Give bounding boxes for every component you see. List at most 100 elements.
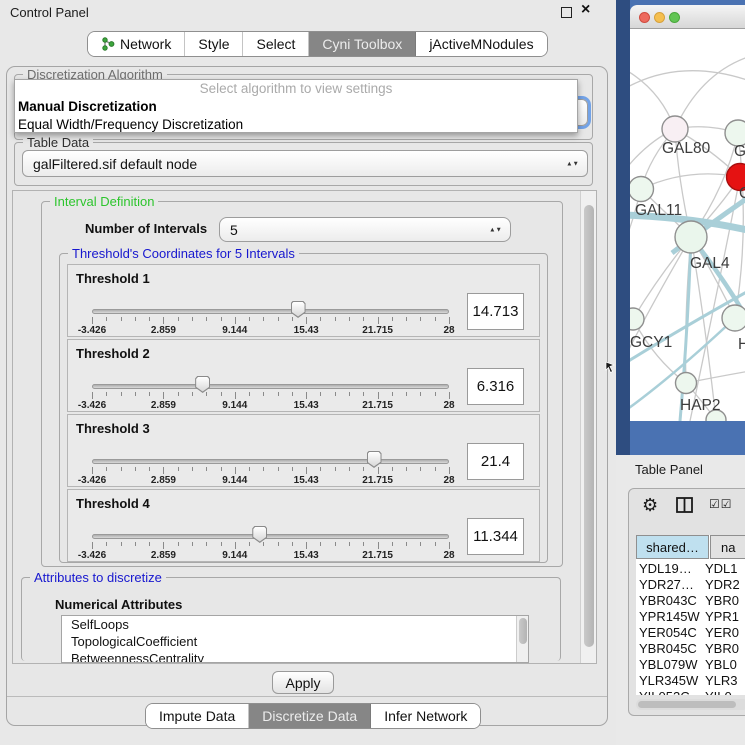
list-scrollbar[interactable] bbox=[516, 616, 528, 662]
tab-select[interactable]: Select bbox=[243, 32, 309, 56]
network-icon bbox=[101, 37, 115, 51]
table-panel-area: Table Panel ⚙ ☑☑ shared… na YDL19…YDL1YD… bbox=[616, 455, 745, 745]
tab-impute-data[interactable]: Impute Data bbox=[146, 704, 249, 728]
table-row[interactable]: YLR345WYLR3 bbox=[636, 673, 745, 689]
column-layout-icon[interactable] bbox=[676, 497, 693, 513]
table-row[interactable]: YBR045CYBR0 bbox=[636, 641, 745, 657]
minimize-traffic-light-icon[interactable] bbox=[654, 12, 665, 23]
table-data-label: Table Data bbox=[23, 135, 93, 150]
label-partial-right: H bbox=[738, 336, 745, 353]
table-panel-title: Table Panel bbox=[635, 462, 703, 477]
tab-style[interactable]: Style bbox=[185, 32, 243, 56]
option-equal-width-frequency[interactable]: Equal Width/Frequency Discretization bbox=[15, 116, 577, 134]
threshold-2-slider-thumb[interactable] bbox=[195, 376, 210, 393]
number-of-intervals-value: 5 bbox=[230, 222, 238, 238]
table-row[interactable]: YDR27…YDR2 bbox=[636, 577, 745, 593]
node-gal11 bbox=[630, 177, 654, 202]
vertical-scrollbar[interactable] bbox=[580, 191, 597, 663]
node-gcy1 bbox=[630, 308, 644, 330]
column-header-shared[interactable]: shared… bbox=[636, 535, 709, 559]
numerical-attributes-title: Numerical Attributes bbox=[55, 597, 182, 612]
threshold-2-panel: Threshold 2 -3.4262.8599.14415.4321.7152… bbox=[67, 339, 540, 412]
network-canvas[interactable]: GAL80 GA C GAL11 GAL4 GCY1 H HAP2 bbox=[630, 29, 745, 421]
tab-discretize-data[interactable]: Discretize Data bbox=[249, 704, 371, 728]
table-row[interactable]: YDL19…YDL1 bbox=[636, 561, 745, 577]
threshold-1-panel: Threshold 1 -3.4262.8599.14415.4321.7152… bbox=[67, 264, 540, 337]
label-gal4: GAL4 bbox=[690, 255, 730, 272]
mouse-cursor bbox=[605, 362, 617, 374]
threshold-3-slider-thumb[interactable] bbox=[367, 451, 382, 468]
control-panel-tabs: Network Style Select Cyni Toolbox jActiv… bbox=[87, 31, 548, 57]
node-h-partial bbox=[722, 305, 745, 331]
threshold-4-slider-track[interactable] bbox=[92, 534, 449, 539]
node-gal4 bbox=[675, 221, 707, 253]
table-row[interactable]: YIL052CYIL0 bbox=[636, 689, 745, 695]
tab-cyni-toolbox[interactable]: Cyni Toolbox bbox=[309, 32, 416, 56]
algorithm-placeholder: Select algorithm to view settings bbox=[15, 80, 577, 98]
tab-jactivemnodules[interactable]: jActiveMNodules bbox=[416, 32, 546, 56]
scrollbar-thumb[interactable] bbox=[584, 205, 594, 647]
horizontal-scrollbar[interactable] bbox=[636, 699, 745, 710]
close-icon[interactable]: × bbox=[581, 1, 590, 19]
network-view-area: GAL80 GA C GAL11 GAL4 GCY1 H HAP2 bbox=[616, 0, 745, 455]
combo-arrows-icon: ▲▼ bbox=[566, 161, 579, 166]
gear-icon[interactable]: ⚙ bbox=[642, 495, 658, 516]
table-row[interactable]: YER054CYER0 bbox=[636, 625, 745, 641]
threshold-4-slider-thumb[interactable] bbox=[252, 526, 267, 543]
threshold-3-slider-track[interactable] bbox=[92, 459, 449, 464]
tab-network-label: Network bbox=[120, 36, 171, 52]
label-gcy1: GCY1 bbox=[630, 334, 672, 351]
desktop-edge bbox=[616, 0, 630, 455]
label-partial-top: GA bbox=[734, 143, 745, 160]
threshold-2-slider-track[interactable] bbox=[92, 384, 449, 389]
node-hap2 bbox=[676, 373, 697, 394]
table-panel-box: ⚙ ☑☑ shared… na YDL19…YDL1YDR27…YDR2YBR0… bbox=[628, 488, 745, 716]
network-window: GAL80 GA C GAL11 GAL4 GCY1 H HAP2 bbox=[630, 5, 745, 421]
node-table: shared… na YDL19…YDL1YDR27…YDR2YBR043CYB… bbox=[636, 535, 745, 695]
settings-scroll-panel: Interval Definition Number of Intervals … bbox=[12, 190, 597, 664]
network-window-titlebar[interactable] bbox=[630, 5, 745, 29]
checkbox-icons[interactable]: ☑☑ bbox=[709, 497, 733, 511]
threshold-1-value-field[interactable]: 14.713 bbox=[467, 293, 524, 330]
attribute-item[interactable]: SelfLoops bbox=[62, 616, 528, 633]
combo-arrows-icon: ▲▼ bbox=[489, 227, 502, 232]
attribute-item[interactable]: TopologicalCoefficient bbox=[62, 633, 528, 650]
option-manual-discretization[interactable]: Manual Discretization bbox=[15, 98, 577, 116]
network-graph: GAL80 GA C GAL11 GAL4 GCY1 H HAP2 bbox=[630, 29, 745, 421]
number-of-intervals-label: Number of Intervals bbox=[85, 221, 207, 236]
table-body: YDL19…YDL1YDR27…YDR2YBR043CYBR0YPR145WYP… bbox=[636, 561, 745, 695]
threshold-3-value-field[interactable]: 21.4 bbox=[467, 443, 524, 480]
interval-definition-label: Interval Definition bbox=[50, 194, 158, 209]
number-of-intervals-combobox[interactable]: 5 ▲▼ bbox=[219, 217, 511, 242]
threshold-1-slider-thumb[interactable] bbox=[291, 301, 306, 318]
table-data-combobox[interactable]: galFiltered.sif default node ▲▼ bbox=[22, 150, 588, 177]
attribute-item[interactable]: BetweennessCentrality bbox=[62, 650, 528, 663]
table-row[interactable]: YBR043CYBR0 bbox=[636, 593, 745, 609]
thresholds-group-label: Threshold's Coordinates for 5 Intervals bbox=[68, 246, 299, 261]
label-gal11: GAL11 bbox=[635, 202, 682, 219]
threshold-2-value-field[interactable]: 6.316 bbox=[467, 368, 524, 405]
threshold-3-panel: Threshold 3 -3.4262.8599.14415.4321.7152… bbox=[67, 414, 540, 487]
algorithm-dropdown-popup: Select algorithm to view settings Manual… bbox=[14, 79, 578, 133]
threshold-4-value-field[interactable]: 11.344 bbox=[467, 518, 524, 555]
panel-title: Control Panel bbox=[10, 5, 89, 20]
threshold-1-slider-track[interactable] bbox=[92, 309, 449, 314]
numerical-attributes-list[interactable]: SelfLoopsTopologicalCoefficientBetweenne… bbox=[61, 615, 529, 663]
list-scrollbar-thumb[interactable] bbox=[519, 618, 527, 644]
zoom-traffic-light-icon[interactable] bbox=[669, 12, 680, 23]
column-header-name[interactable]: na bbox=[710, 535, 745, 559]
close-traffic-light-icon[interactable] bbox=[639, 12, 650, 23]
float-window-icon[interactable] bbox=[561, 7, 572, 18]
label-partial-red: C bbox=[739, 185, 745, 202]
node-gal80 bbox=[662, 116, 688, 142]
threshold-2-label: Threshold 2 bbox=[76, 346, 150, 361]
tab-network[interactable]: Network bbox=[88, 32, 185, 56]
apply-button[interactable]: Apply bbox=[272, 671, 334, 694]
table-row[interactable]: YBL079WYBL0 bbox=[636, 657, 745, 673]
tab-infer-network[interactable]: Infer Network bbox=[371, 704, 480, 728]
control-panel: Control Panel × Network Style Select Cyn… bbox=[0, 0, 616, 745]
table-data-value: galFiltered.sif default node bbox=[33, 156, 197, 172]
table-row[interactable]: YPR145WYPR1 bbox=[636, 609, 745, 625]
horizontal-scrollbar-thumb[interactable] bbox=[638, 701, 736, 708]
threshold-3-label: Threshold 3 bbox=[76, 421, 150, 436]
